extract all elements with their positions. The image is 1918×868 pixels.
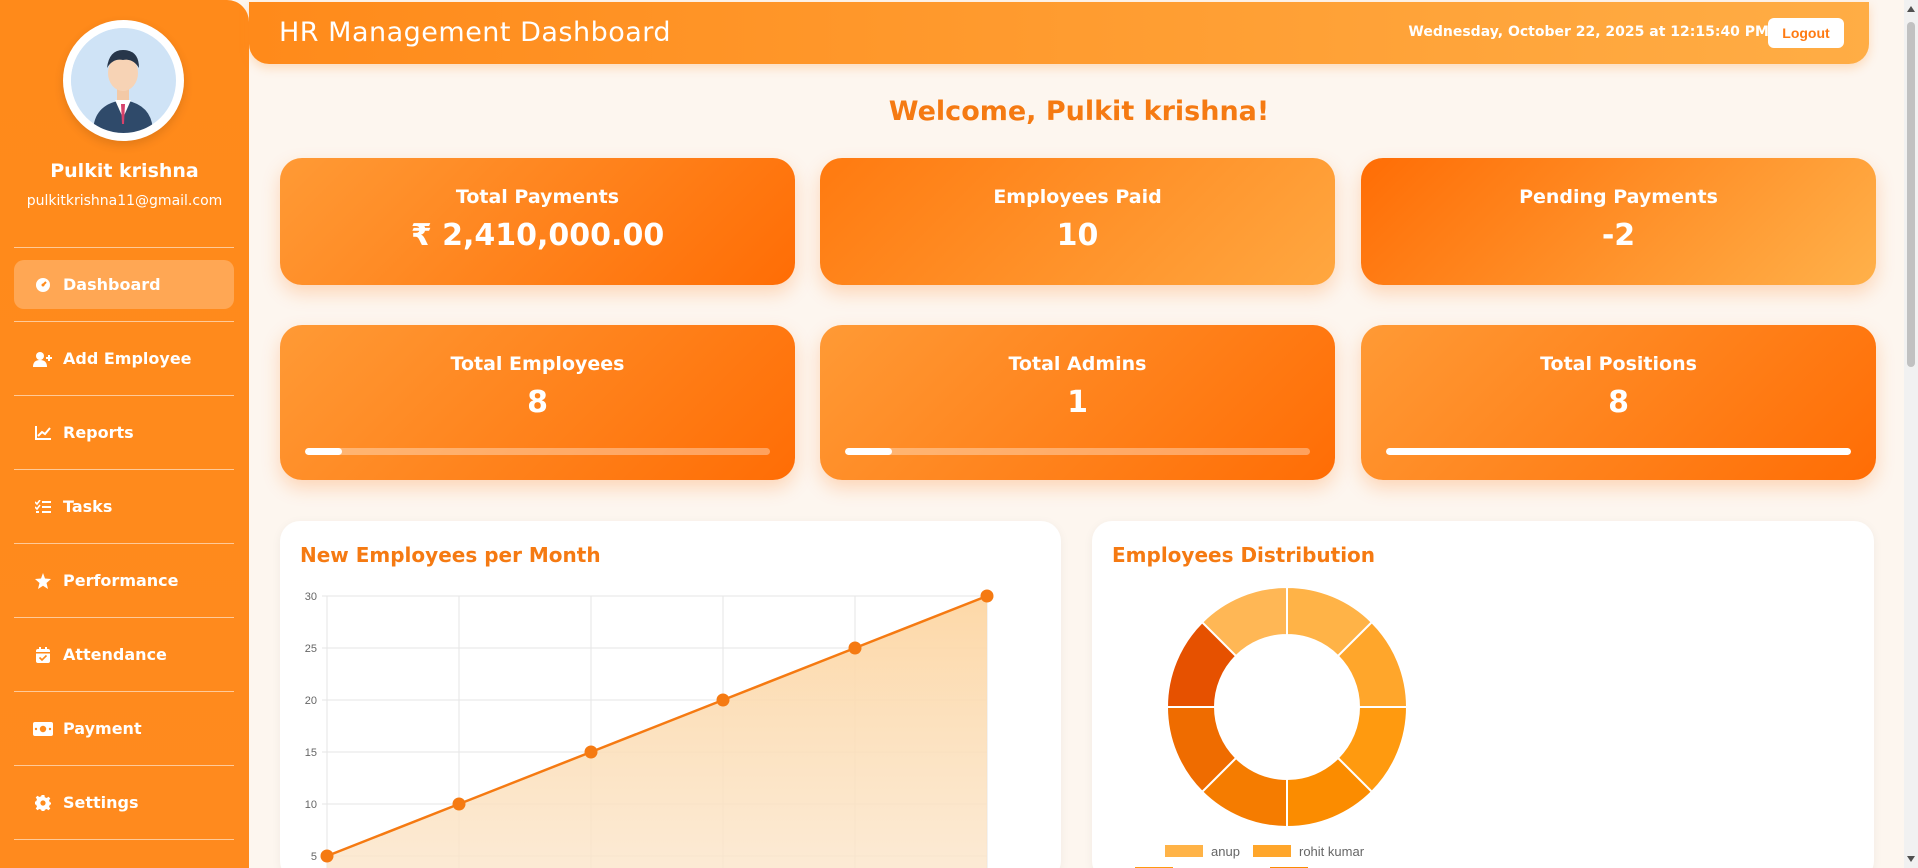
stat-label: Total Payments bbox=[455, 186, 620, 208]
sidebar-item-tasks[interactable]: Tasks bbox=[14, 470, 234, 543]
stat-card-total-positions: Total Positions 8 bbox=[1361, 325, 1876, 480]
stat-value: 8 bbox=[527, 385, 548, 420]
user-plus-icon bbox=[33, 349, 53, 369]
chart-point bbox=[320, 849, 334, 863]
avatar bbox=[63, 20, 184, 141]
stat-value: 1 bbox=[1067, 385, 1088, 420]
scroll-down-arrow[interactable] bbox=[1907, 856, 1915, 862]
sidebar-item-label: Payment bbox=[63, 719, 142, 738]
y-tick-label: 20 bbox=[305, 695, 317, 707]
sidebar-item-performance[interactable]: Performance bbox=[14, 544, 234, 617]
progress-bar bbox=[845, 448, 1310, 455]
sidebar-item-add-employee[interactable]: Add Employee bbox=[14, 322, 234, 395]
progress-bar bbox=[1386, 448, 1851, 455]
sidebar-item-payment[interactable]: Payment bbox=[14, 692, 234, 765]
stat-card-total-payments: Total Payments ₹ 2,410,000.00 bbox=[280, 158, 795, 285]
user-name: Pulkit krishna bbox=[50, 160, 199, 182]
progress-bar bbox=[305, 448, 770, 455]
sidebar-item-label: Attendance bbox=[63, 645, 167, 664]
current-datetime: Wednesday, October 22, 2025 at 12:15:40 … bbox=[1408, 24, 1769, 40]
stat-value: ₹ 2,410,000.00 bbox=[410, 218, 665, 253]
list-check-icon bbox=[33, 497, 53, 517]
line-chart: 5 10 15 20 25 30 bbox=[305, 589, 994, 868]
top-header: HR Management Dashboard Wednesday, Octob… bbox=[249, 2, 1869, 64]
y-tick-label: 10 bbox=[305, 799, 317, 811]
sidebar-item-dashboard[interactable]: Dashboard bbox=[14, 248, 234, 321]
progress-fill bbox=[305, 448, 343, 455]
y-tick-label: 25 bbox=[305, 643, 317, 655]
sidebar-item-label: Performance bbox=[63, 571, 179, 590]
employees-distribution-panel: Employees Distribution anuprohit kumarAn… bbox=[1092, 521, 1874, 868]
scroll-up-arrow[interactable] bbox=[1907, 6, 1915, 12]
divider bbox=[14, 839, 234, 840]
page-title: HR Management Dashboard bbox=[279, 17, 672, 48]
user-email: pulkitkrishna11@gmail.com bbox=[26, 193, 223, 209]
gauge-icon bbox=[33, 275, 53, 295]
stat-value: 10 bbox=[1056, 218, 1099, 253]
progress-fill bbox=[1386, 448, 1851, 455]
calendar-check-icon bbox=[33, 645, 53, 665]
stat-label: Employees Paid bbox=[993, 186, 1162, 208]
page-scrollbar[interactable] bbox=[1904, 0, 1918, 868]
new-employees-chart-panel: New Employees per Month 5 10 15 20 25 30 bbox=[280, 521, 1061, 868]
y-tick-label: 30 bbox=[305, 591, 317, 603]
chart-area-fill bbox=[327, 596, 987, 868]
legend-label: anup bbox=[1211, 844, 1240, 859]
money-bill-icon bbox=[33, 719, 53, 739]
stat-value: 8 bbox=[1608, 385, 1629, 420]
legend-label: rohit kumar bbox=[1299, 844, 1365, 859]
chart-point bbox=[584, 745, 598, 759]
legend-swatch bbox=[1165, 845, 1203, 857]
sidebar-item-settings[interactable]: Settings bbox=[14, 766, 234, 839]
sidebar-nav: Dashboard Add Employee Reports Tasks Per… bbox=[14, 247, 234, 840]
stat-card-total-admins: Total Admins 1 bbox=[820, 325, 1335, 480]
stat-value: -2 bbox=[1601, 218, 1636, 253]
chart-point bbox=[848, 641, 862, 655]
stat-card-total-employees: Total Employees 8 bbox=[280, 325, 795, 480]
sidebar-item-label: Reports bbox=[63, 423, 134, 442]
y-tick-label: 5 bbox=[311, 851, 317, 863]
sidebar-item-label: Settings bbox=[63, 793, 139, 812]
star-icon bbox=[33, 571, 53, 591]
chart-point bbox=[452, 797, 466, 811]
y-tick-label: 15 bbox=[305, 747, 317, 759]
legend-swatch bbox=[1253, 845, 1291, 857]
progress-fill bbox=[845, 448, 892, 455]
user-avatar-icon bbox=[71, 28, 175, 133]
donut-chart: anuprohit kumarAnmol SinghKaran Mehra bbox=[1135, 585, 1409, 868]
avatar-image bbox=[71, 28, 176, 133]
chart-line-icon bbox=[33, 423, 53, 443]
welcome-heading: Welcome, Pulkit krishna! bbox=[888, 96, 1270, 127]
logout-button[interactable]: Logout bbox=[1768, 18, 1844, 48]
stat-card-pending-payments: Pending Payments -2 bbox=[1361, 158, 1876, 285]
sidebar-item-attendance[interactable]: Attendance bbox=[14, 618, 234, 691]
chart-point bbox=[716, 693, 730, 707]
stat-label: Total Positions bbox=[1540, 353, 1697, 375]
sidebar-item-label: Tasks bbox=[63, 497, 113, 516]
gear-icon bbox=[33, 793, 53, 813]
sidebar-item-label: Add Employee bbox=[63, 349, 192, 368]
stat-label: Total Employees bbox=[450, 353, 625, 375]
stat-card-employees-paid: Employees Paid 10 bbox=[820, 158, 1335, 285]
chart-point bbox=[980, 589, 994, 603]
stat-label: Total Admins bbox=[1008, 353, 1147, 375]
sidebar-item-reports[interactable]: Reports bbox=[14, 396, 234, 469]
scroll-thumb[interactable] bbox=[1907, 22, 1915, 367]
sidebar: Pulkit krishna pulkitkrishna11@gmail.com… bbox=[0, 0, 249, 868]
stat-label: Pending Payments bbox=[1519, 186, 1718, 208]
sidebar-item-label: Dashboard bbox=[63, 275, 161, 294]
